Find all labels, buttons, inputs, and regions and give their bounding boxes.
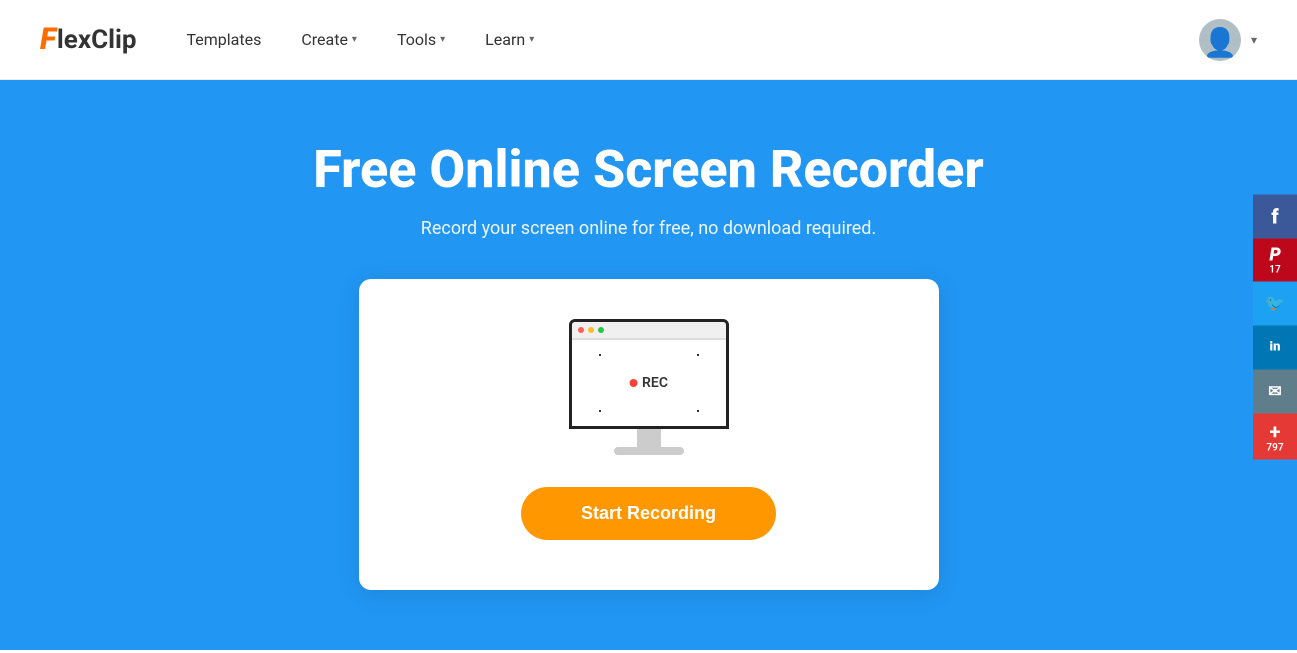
chevron-down-icon: ▾	[440, 34, 445, 45]
rec-label: REC	[629, 375, 668, 391]
pinterest-icon: P	[1269, 244, 1280, 265]
share-linkedin-button[interactable]: in	[1253, 325, 1297, 369]
monitor-screen: REC	[572, 340, 726, 426]
social-sidebar: f P 17 🐦 in ✉ + 797	[1253, 194, 1297, 459]
navbar: FlexClip Templates Create ▾ Tools ▾ Lear…	[0, 0, 1297, 80]
avatar-icon: 👤	[1203, 29, 1238, 57]
logo-f-letter: F	[40, 22, 56, 57]
corner-tl-icon	[599, 354, 601, 356]
corner-br-icon	[697, 410, 699, 412]
chevron-down-icon: ▾	[529, 34, 534, 45]
twitter-icon: 🐦	[1265, 294, 1285, 313]
corner-bl-icon	[599, 410, 601, 412]
dot-red-icon	[578, 327, 584, 333]
hero-title: Free Online Screen Recorder	[313, 140, 983, 200]
monitor-stand-base	[614, 447, 684, 455]
nav-create[interactable]: Create ▾	[301, 30, 357, 49]
monitor-frame: REC	[569, 319, 729, 429]
dot-green-icon	[598, 327, 604, 333]
dot-yellow-icon	[588, 327, 594, 333]
rec-frame: REC	[599, 354, 699, 412]
monitor-topbar	[572, 322, 726, 340]
hero-card: REC Start Recording	[359, 279, 939, 590]
share-email-button[interactable]: ✉	[1253, 369, 1297, 413]
share-twitter-button[interactable]: 🐦	[1253, 281, 1297, 325]
hero-subtitle: Record your screen online for free, no d…	[421, 218, 876, 239]
nav-links: Templates Create ▾ Tools ▾ Learn ▾	[186, 30, 1198, 49]
avatar[interactable]: 👤	[1199, 19, 1241, 61]
user-menu-chevron[interactable]: ▾	[1251, 33, 1257, 47]
facebook-icon: f	[1271, 204, 1278, 228]
logo-rest: lexClip	[57, 25, 137, 55]
nav-tools[interactable]: Tools ▾	[397, 30, 445, 49]
share-pinterest-button[interactable]: P 17	[1253, 238, 1297, 281]
rec-dot-icon	[629, 379, 637, 387]
corner-tr-icon	[697, 354, 699, 356]
email-icon: ✉	[1268, 382, 1281, 401]
plus-count: 797	[1266, 443, 1283, 453]
nav-right: 👤 ▾	[1199, 19, 1257, 61]
pinterest-count: 17	[1269, 265, 1280, 275]
share-plus-button[interactable]: + 797	[1253, 413, 1297, 459]
share-facebook-button[interactable]: f	[1253, 194, 1297, 238]
linkedin-icon: in	[1270, 340, 1281, 355]
hero-section: Free Online Screen Recorder Record your …	[0, 80, 1297, 650]
plus-icon: +	[1270, 419, 1281, 443]
nav-templates[interactable]: Templates	[186, 30, 261, 49]
monitor-illustration: REC	[569, 319, 729, 455]
chevron-down-icon: ▾	[352, 34, 357, 45]
monitor-stand-neck	[637, 429, 661, 447]
start-recording-button[interactable]: Start Recording	[521, 487, 776, 540]
nav-learn[interactable]: Learn ▾	[485, 30, 534, 49]
logo[interactable]: FlexClip	[40, 22, 136, 57]
